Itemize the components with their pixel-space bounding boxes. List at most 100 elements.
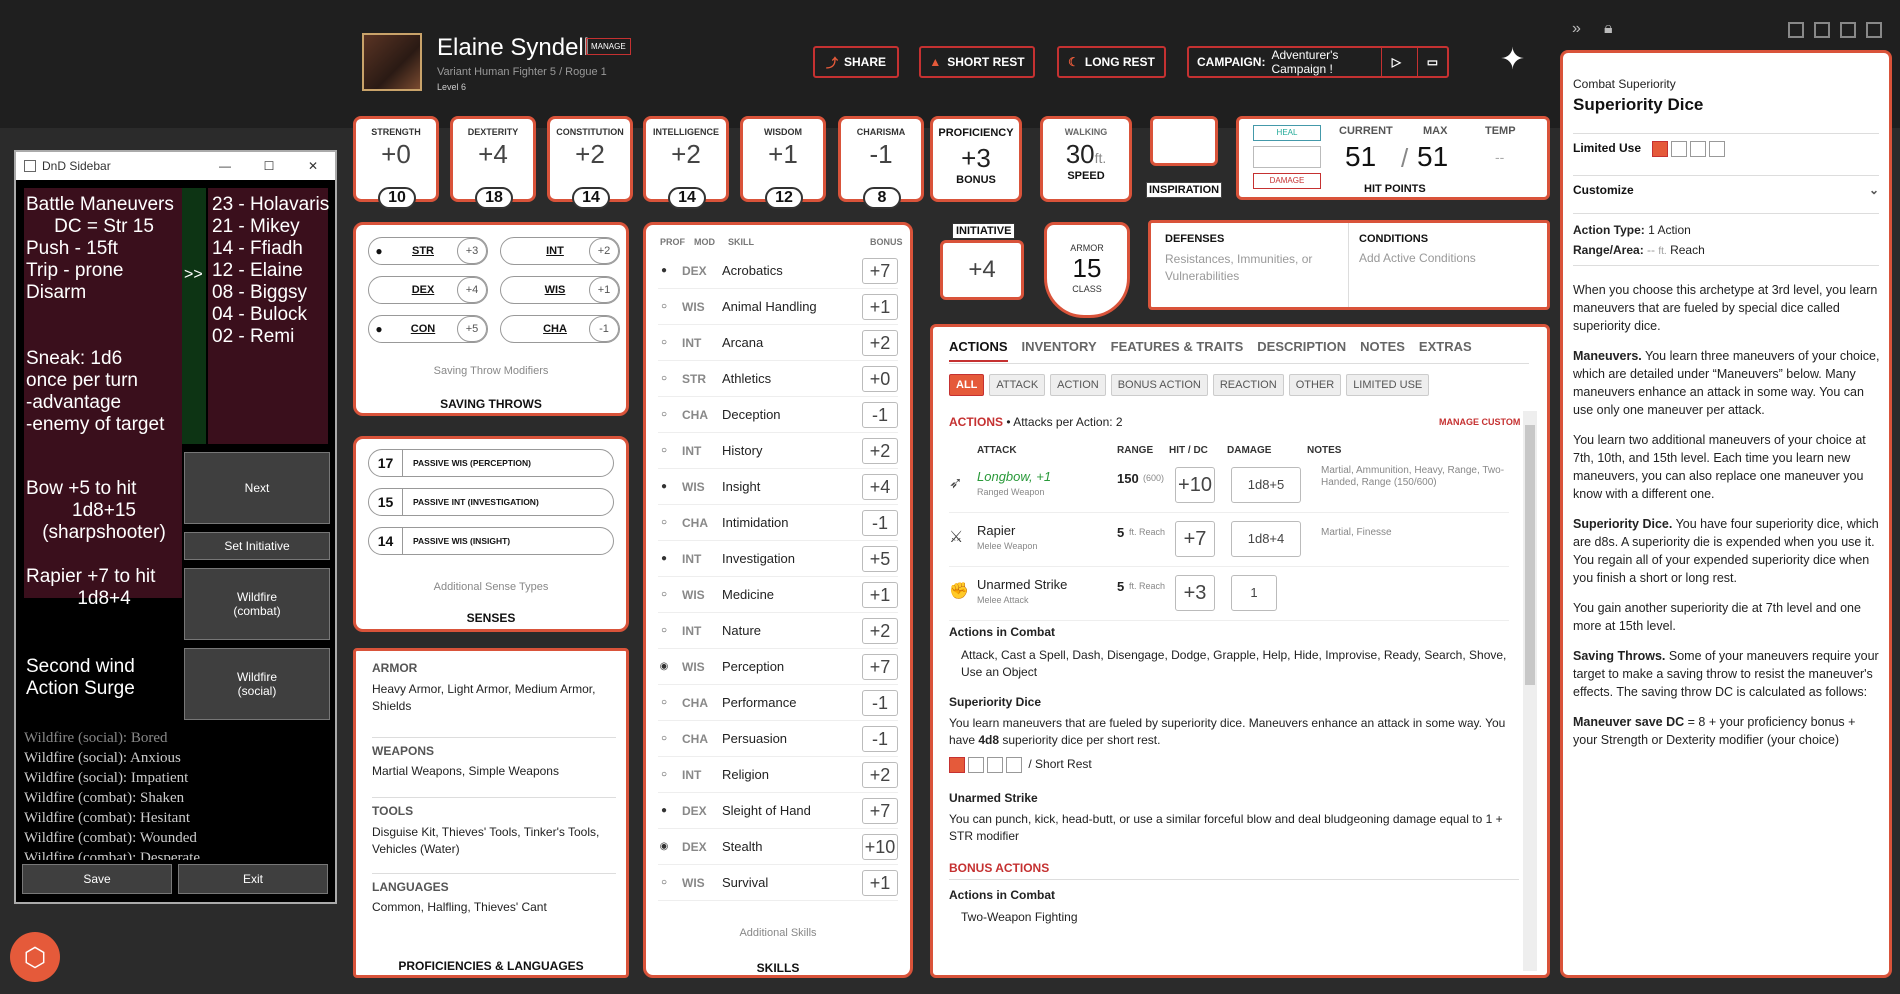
character-portrait[interactable] xyxy=(362,33,422,91)
initiative-entry[interactable]: 02 - Remi xyxy=(212,326,329,348)
dock-left-icon[interactable] xyxy=(1788,22,1804,38)
additional-skills[interactable]: Additional Skills xyxy=(646,927,910,939)
save-button[interactable]: Save xyxy=(22,864,172,894)
actions-in-combat-list[interactable]: Attack, Cast a Spell, Dash, Disengage, D… xyxy=(961,647,1519,681)
skill-insight[interactable]: ● WIS Insight +4 xyxy=(658,469,898,505)
attack-hit-bonus[interactable]: +10 xyxy=(1175,467,1215,503)
save-con[interactable]: ● CON +5 xyxy=(368,315,488,343)
save-int[interactable]: INT +2 xyxy=(500,237,620,265)
tab-features-traits[interactable]: FEATURES & TRAITS xyxy=(1111,339,1244,362)
initiative-entry[interactable]: 08 - Biggsy xyxy=(212,282,329,304)
filter-all[interactable]: ALL xyxy=(949,374,985,396)
skill-intimidation[interactable]: ○ CHA Intimidation -1 xyxy=(658,505,898,541)
skill-perception[interactable]: ◉ WIS Perception +7 xyxy=(658,649,898,685)
skill-survival[interactable]: ○ WIS Survival +1 xyxy=(658,865,898,901)
skill-religion[interactable]: ○ INT Religion +2 xyxy=(658,757,898,793)
skill-medicine[interactable]: ○ WIS Medicine +1 xyxy=(658,577,898,613)
exit-button[interactable]: Exit xyxy=(178,864,328,894)
skill-performance[interactable]: ○ CHA Performance -1 xyxy=(658,685,898,721)
skill-bonus[interactable]: +1 xyxy=(862,869,898,896)
initiative-entry[interactable]: 04 - Bulock xyxy=(212,304,329,326)
initiative-entry[interactable]: 23 - Holavaris xyxy=(212,194,329,216)
campaign-button[interactable]: CAMPAIGN: Adventurer's Campaign ! ▷ ▭ xyxy=(1187,46,1449,78)
initiative-entry[interactable]: 12 - Elaine xyxy=(212,260,329,282)
skill-bonus[interactable]: +2 xyxy=(862,329,898,356)
skill-bonus[interactable]: +2 xyxy=(862,437,898,464)
filter-reaction[interactable]: REACTION xyxy=(1212,374,1284,396)
attack-hit-bonus[interactable]: +7 xyxy=(1175,521,1215,557)
save-str[interactable]: ● STR +3 xyxy=(368,237,488,265)
skill-arcana[interactable]: ○ INT Arcana +2 xyxy=(658,325,898,361)
skill-bonus[interactable]: -1 xyxy=(862,689,898,716)
tab-inventory[interactable]: INVENTORY xyxy=(1022,339,1097,362)
skill-bonus[interactable]: +7 xyxy=(862,257,898,284)
initiative-entry[interactable]: 14 - Ffiadh xyxy=(212,238,329,260)
long-rest-button[interactable]: ☾ LONG REST xyxy=(1057,46,1166,78)
skill-bonus[interactable]: +1 xyxy=(862,581,898,608)
dice-roller-button[interactable]: ⬡ xyxy=(10,932,60,982)
skill-nature[interactable]: ○ INT Nature +2 xyxy=(658,613,898,649)
skill-bonus[interactable]: -1 xyxy=(862,725,898,752)
dock-split-icon[interactable] xyxy=(1840,22,1856,38)
ability-dexterity[interactable]: DEXTERITY +4 18 xyxy=(450,116,536,209)
collapse-panel-icon[interactable]: » xyxy=(1572,20,1581,38)
attack-damage[interactable]: 1d8+5 xyxy=(1231,467,1301,503)
filter-limited-use[interactable]: LIMITED USE xyxy=(1346,374,1430,396)
skill-bonus[interactable]: -1 xyxy=(862,509,898,536)
next-button[interactable]: Next xyxy=(184,452,330,524)
initiative-box[interactable]: +4 xyxy=(940,240,1024,300)
wildfire-social-button[interactable]: Wildfire (social) xyxy=(184,648,330,720)
actions-scrollbar[interactable] xyxy=(1523,411,1537,971)
skill-stealth[interactable]: ◉ DEX Stealth +10 xyxy=(658,829,898,865)
ability-wisdom[interactable]: WISDOM +1 12 xyxy=(740,116,826,209)
play-icon[interactable]: ▷ xyxy=(1380,48,1411,76)
use-slot[interactable] xyxy=(1006,757,1022,773)
skill-animal-handling[interactable]: ○ WIS Animal Handling +1 xyxy=(658,289,898,325)
superiority-dice-title[interactable]: Superiority Dice xyxy=(949,695,1519,709)
attack-damage[interactable]: 1 xyxy=(1231,575,1277,611)
manage-button[interactable]: MANAGE xyxy=(586,38,631,55)
short-rest-button[interactable]: ▲ SHORT REST xyxy=(919,46,1035,78)
attack-row[interactable]: ✊ Unarmed Strike Melee Attack 5 ft. Reach +3 1 xyxy=(949,567,1509,621)
attack-damage[interactable]: 1d8+4 xyxy=(1231,521,1301,557)
skill-bonus[interactable]: +10 xyxy=(862,833,898,860)
skill-bonus[interactable]: -1 xyxy=(862,401,898,428)
share-button[interactable]: ⤴ SHARE xyxy=(813,46,899,78)
lock-icon[interactable]: 🔒︎ xyxy=(1604,20,1613,38)
skill-bonus[interactable]: +5 xyxy=(862,545,898,572)
two-weapon-fighting[interactable]: Two-Weapon Fighting xyxy=(961,910,1519,924)
wildfire-combat-button[interactable]: Wildfire (combat) xyxy=(184,568,330,640)
dock-right-icon[interactable] xyxy=(1866,22,1882,38)
defenses-section[interactable]: DEFENSES Resistances, Immunities, or Vul… xyxy=(1151,223,1349,307)
initiative-entry[interactable]: 21 - Mikey xyxy=(212,216,329,238)
dock-full-icon[interactable] xyxy=(1814,22,1830,38)
tab-extras[interactable]: EXTRAS xyxy=(1419,339,1472,362)
limited-slot[interactable] xyxy=(1671,141,1688,157)
skill-bonus[interactable]: +4 xyxy=(862,473,898,500)
skill-acrobatics[interactable]: ● DEX Acrobatics +7 xyxy=(658,253,898,289)
skill-bonus[interactable]: +1 xyxy=(862,293,898,320)
hp-input[interactable] xyxy=(1253,146,1321,168)
chat-icon[interactable]: ▭ xyxy=(1416,48,1447,76)
filter-bonus-action[interactable]: BONUS ACTION xyxy=(1110,374,1208,396)
limited-slot[interactable] xyxy=(1709,141,1726,157)
filter-attack[interactable]: ATTACK xyxy=(989,374,1046,396)
damage-button[interactable]: DAMAGE xyxy=(1253,173,1321,189)
use-slot[interactable] xyxy=(987,757,1003,773)
ability-strength[interactable]: STRENGTH +0 10 xyxy=(353,116,439,209)
manage-custom-link[interactable]: MANAGE CUSTOM xyxy=(1439,417,1520,427)
skill-bonus[interactable]: +2 xyxy=(862,617,898,644)
skill-bonus[interactable]: +0 xyxy=(862,365,898,392)
skill-athletics[interactable]: ○ STR Athletics +0 xyxy=(658,361,898,397)
ability-constitution[interactable]: CONSTITUTION +2 14 xyxy=(547,116,633,209)
skill-investigation[interactable]: ● INT Investigation +5 xyxy=(658,541,898,577)
attack-row[interactable]: ➶ Longbow, +1 Ranged Weapon 150 (600) +10 1d8+… xyxy=(949,459,1509,513)
close-icon[interactable]: ✕ xyxy=(291,159,335,173)
maximize-icon[interactable]: ☐ xyxy=(247,159,291,173)
temp-hp-value[interactable]: -- xyxy=(1495,149,1504,165)
set-initiative-button[interactable]: Set Initiative xyxy=(184,532,330,560)
attack-row[interactable]: ⚔ Rapier Melee Weapon 5 ft. Reach +7 1d8+4 Mart… xyxy=(949,513,1509,567)
save-dex[interactable]: DEX +4 xyxy=(368,276,488,304)
unarmed-strike-title[interactable]: Unarmed Strike xyxy=(949,791,1519,805)
skill-bonus[interactable]: +7 xyxy=(862,797,898,824)
